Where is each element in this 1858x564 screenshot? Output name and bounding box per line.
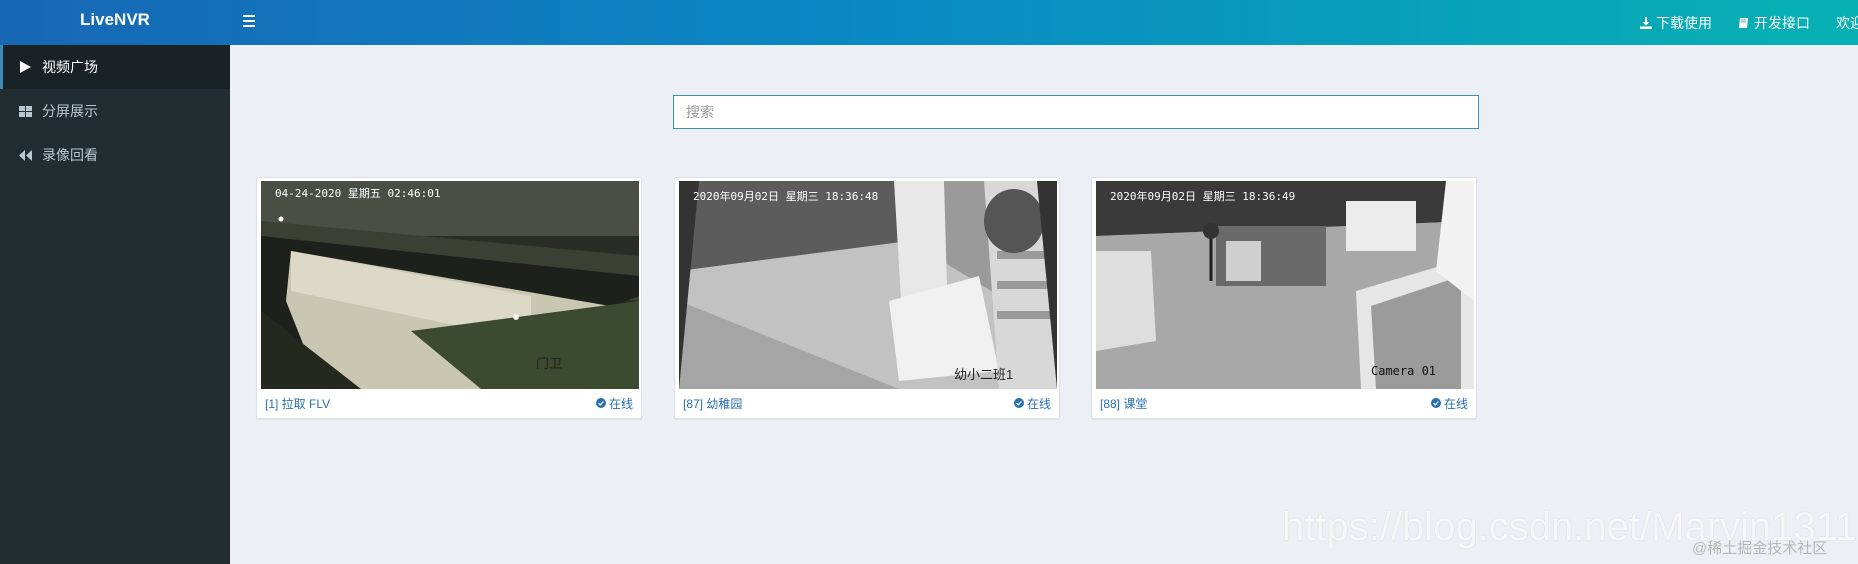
status-badge: 在线 <box>1013 395 1051 412</box>
main-content: 04-24-2020 星期五 02:46:01 门卫 [1] 拉取 FLV 在线 <box>230 45 1858 564</box>
snapshot-timestamp: 2020年09月02日 星期三 18:36:49 <box>1110 190 1296 203</box>
snapshot-caption: Camera 01 <box>1371 364 1437 378</box>
user-welcome-link[interactable]: 欢迎 <box>1836 13 1858 33</box>
top-header: LiveNVR 下载使用 开发接口 欢迎 <box>0 0 1858 45</box>
sidebar-item-label: 视频广场 <box>42 59 98 75</box>
camera-card[interactable]: 04-24-2020 星期五 02:46:01 门卫 [1] 拉取 FLV 在线 <box>256 177 642 419</box>
snapshot-timestamp: 2020年09月02日 星期三 18:36:48 <box>693 190 879 203</box>
header-nav: 下载使用 开发接口 欢迎 <box>1640 0 1858 45</box>
status-label: 在线 <box>1026 396 1051 411</box>
search-input[interactable] <box>673 95 1479 129</box>
check-circle-icon <box>1013 398 1024 408</box>
sidebar-item-label: 分屏展示 <box>42 103 98 119</box>
status-label: 在线 <box>608 396 633 411</box>
camera-title[interactable]: [88] 课堂 <box>1100 395 1147 412</box>
grid-icon <box>18 104 32 118</box>
download-icon <box>1640 16 1652 29</box>
welcome-label: 欢迎 <box>1836 14 1858 31</box>
card-footer: [87] 幼稚园 在线 <box>683 394 1051 412</box>
camera-title[interactable]: [87] 幼稚园 <box>683 395 742 412</box>
backward-icon <box>18 148 32 162</box>
api-docs-label: 开发接口 <box>1754 14 1810 31</box>
status-badge: 在线 <box>1430 395 1468 412</box>
camera-title[interactable]: [1] 拉取 FLV <box>265 395 330 412</box>
sidebar-item-split-screen[interactable]: 分屏展示 <box>0 89 230 133</box>
book-icon <box>1739 17 1748 28</box>
snapshot-caption: 幼小二班1 <box>954 367 1014 382</box>
camera-snapshot[interactable]: 04-24-2020 星期五 02:46:01 门卫 <box>261 181 639 389</box>
download-label: 下载使用 <box>1656 14 1712 31</box>
brand-logo[interactable]: LiveNVR <box>0 0 230 45</box>
status-badge: 在线 <box>595 395 633 412</box>
sidebar-item-video-plaza[interactable]: 视频广场 <box>0 45 230 89</box>
card-footer: [88] 课堂 在线 <box>1100 394 1468 412</box>
check-circle-icon <box>1430 398 1441 408</box>
sidebar-item-playback[interactable]: 录像回看 <box>0 133 230 177</box>
camera-card[interactable]: 2020年09月02日 星期三 18:36:49 Camera 01 [88] … <box>1091 177 1477 419</box>
download-link[interactable]: 下载使用 <box>1640 13 1712 33</box>
check-circle-icon <box>595 398 606 408</box>
sidebar-item-label: 录像回看 <box>42 147 98 163</box>
watermark-juejin: @稀土掘金技术社区 <box>1692 540 1828 557</box>
camera-card[interactable]: 2020年09月02日 星期三 18:36:48 幼小二班1 [87] 幼稚园 … <box>674 177 1060 419</box>
camera-snapshot[interactable]: 2020年09月02日 星期三 18:36:49 Camera 01 <box>1096 181 1474 389</box>
api-docs-link[interactable]: 开发接口 <box>1738 13 1810 33</box>
sidebar: 视频广场 分屏展示 录像回看 <box>0 45 230 564</box>
sidebar-toggle-icon[interactable] <box>243 12 259 30</box>
card-footer: [1] 拉取 FLV 在线 <box>265 394 633 412</box>
snapshot-caption: 门卫 <box>536 356 563 371</box>
play-icon <box>18 60 32 74</box>
status-label: 在线 <box>1443 396 1468 411</box>
camera-snapshot[interactable]: 2020年09月02日 星期三 18:36:48 幼小二班1 <box>679 181 1057 389</box>
snapshot-timestamp: 04-24-2020 星期五 02:46:01 <box>275 187 441 200</box>
